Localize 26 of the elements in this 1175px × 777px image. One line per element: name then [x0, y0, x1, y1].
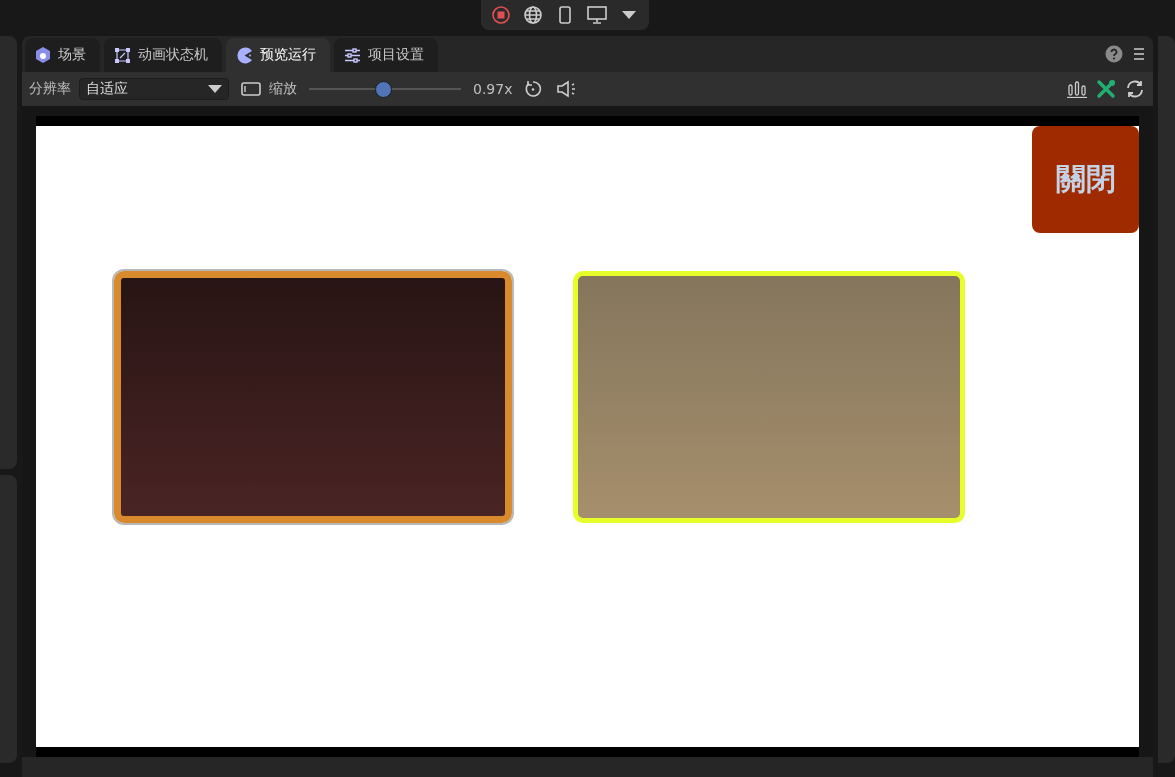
zoom-label: 缩放	[269, 80, 297, 98]
reset-icon	[524, 80, 543, 98]
editor-tab[interactable]: 预览运行	[226, 38, 330, 72]
editor-tab[interactable]: 项目设置	[334, 38, 438, 72]
bar-chart-icon	[1067, 80, 1087, 98]
zoom-value: 0.97x	[473, 81, 513, 97]
record-icon	[492, 6, 510, 24]
node-graph-icon	[114, 46, 131, 64]
phone-icon	[558, 6, 572, 24]
menu-icon	[1133, 47, 1145, 61]
resolution-dropdown[interactable]: 自适应	[79, 78, 229, 100]
close-button[interactable]: 關閉	[1032, 126, 1139, 233]
monitor-icon	[587, 6, 607, 24]
refresh-icon	[1125, 79, 1145, 99]
caret-icon	[208, 85, 222, 93]
scene-icon	[35, 46, 51, 64]
resolution-label: 分辨率	[29, 80, 71, 98]
help-icon	[1105, 45, 1123, 63]
screen-icon	[241, 82, 261, 96]
zoom-slider-thumb[interactable]	[375, 80, 393, 98]
pacman-icon	[236, 46, 253, 64]
editor-tab[interactable]: 动画状态机	[104, 38, 222, 72]
globe-icon	[524, 6, 542, 24]
editor-tab[interactable]: 场景	[25, 38, 100, 72]
sliders-icon	[344, 47, 361, 63]
caret-icon	[621, 10, 637, 20]
